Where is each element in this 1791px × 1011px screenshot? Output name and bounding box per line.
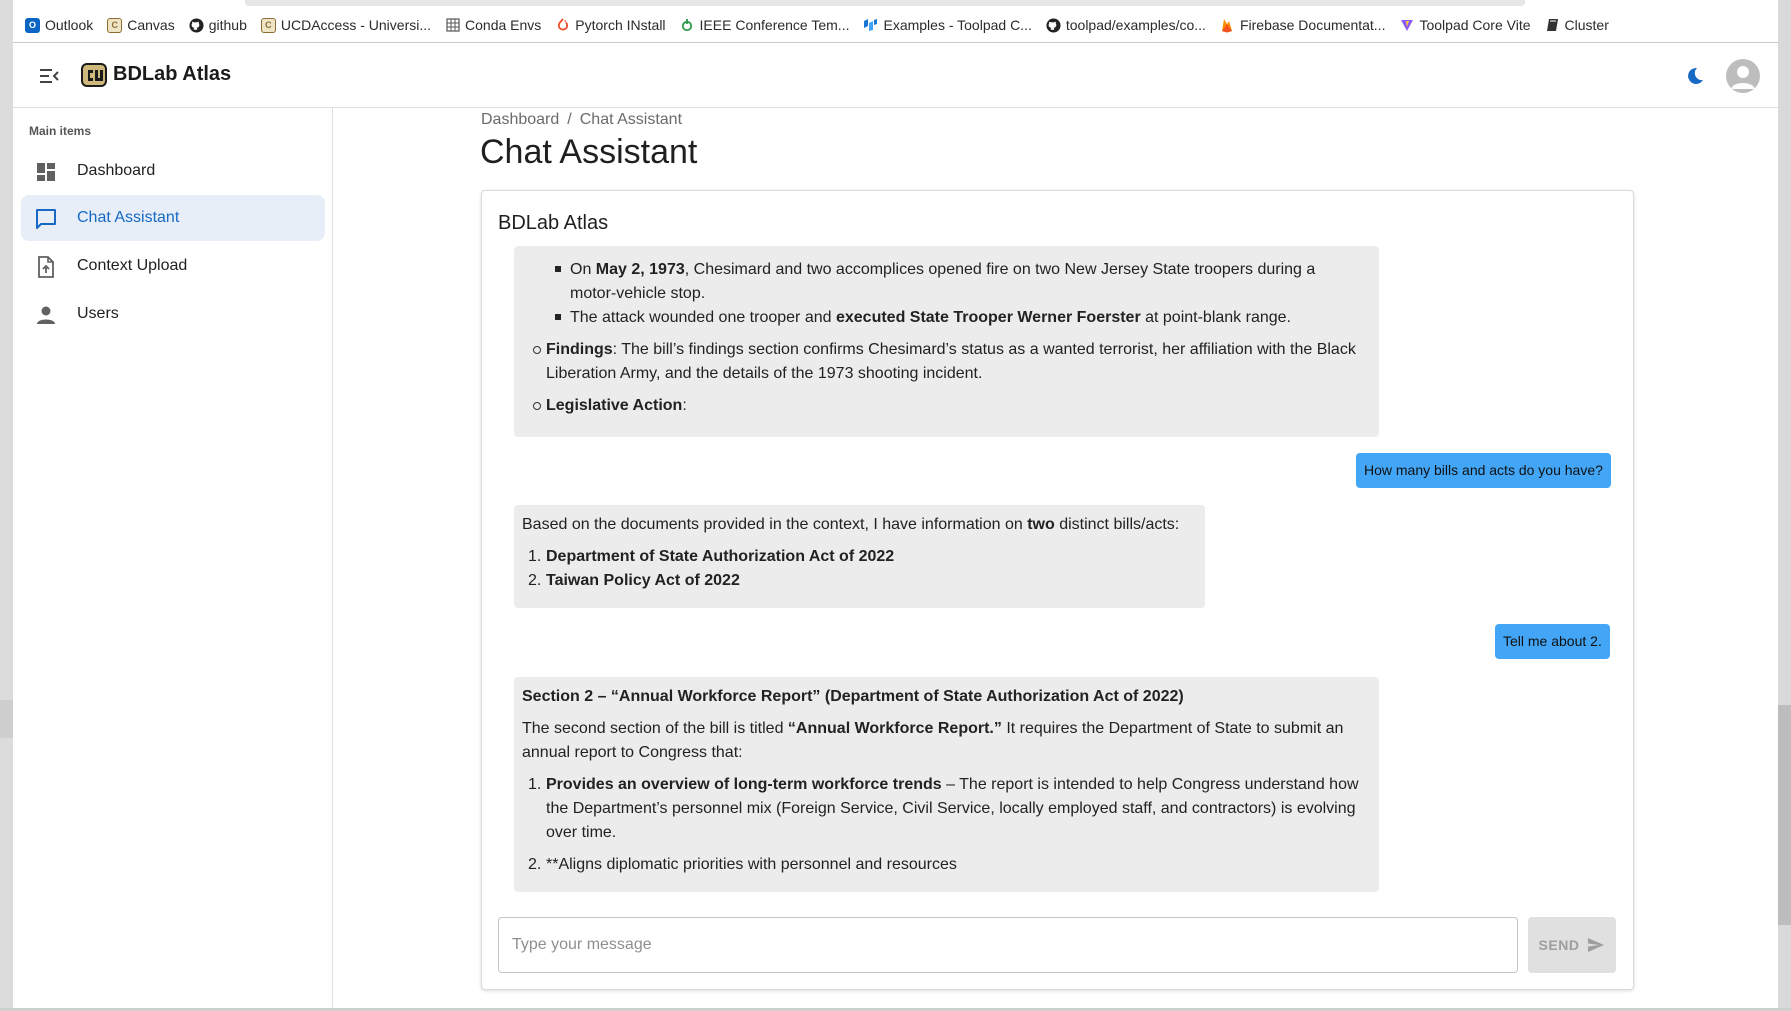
list-item: Department of State Authorization Act of… [546, 548, 895, 565]
cu-logo-icon: C [260, 17, 276, 33]
sidebar-item-label: Dashboard [77, 162, 156, 179]
breadcrumb-dashboard-link[interactable]: Dashboard [481, 111, 559, 129]
breadcrumb-separator: / [567, 111, 572, 128]
bookmark-toolpad-vite[interactable]: Toolpad Core Vite [1399, 17, 1531, 33]
bookmark-pytorch[interactable]: Pytorch INstall [555, 17, 666, 33]
outlook-icon: O [25, 17, 40, 33]
breadcrumb-current: Chat Assistant [579, 111, 683, 128]
sidebar-item-chat-assistant[interactable]: Chat Assistant [21, 195, 325, 241]
bullet-circle [533, 402, 541, 410]
bookmark-ucdaccess[interactable]: C UCDAccess - Universi... [260, 17, 431, 33]
bookmark-outlook[interactable]: O Outlook [25, 17, 93, 33]
list-item: **Aligns diplomatic priorities with pers… [546, 856, 957, 873]
chat-title: BDLab Atlas [498, 212, 609, 234]
sidebar-item-label: Users [77, 305, 119, 322]
upload-file-icon [35, 256, 57, 278]
vite-icon [1399, 18, 1414, 33]
menu-collapse-button[interactable] [35, 62, 63, 90]
sidebar: Main items Dashboard Chat Assistant Cont… [13, 108, 333, 1008]
message-line: annual report to Congress that: [522, 744, 743, 761]
message-line: the Department’s personnel mix (Foreign … [546, 800, 1356, 817]
sidebar-subheader: Main items [29, 124, 92, 138]
person-icon [1731, 66, 1755, 89]
github-icon [189, 17, 204, 33]
bookmark-ieee[interactable]: IEEE Conference Tem... [680, 17, 849, 33]
chat-icon [35, 208, 57, 230]
message-line: Based on the documents provided in the c… [522, 516, 1180, 533]
message-line: Liberation Army, and the details of the … [546, 365, 983, 382]
list-number: 1. [528, 776, 542, 793]
sidebar-item-users[interactable]: Users [21, 291, 325, 337]
menu-collapse-icon [40, 69, 59, 83]
message-line: Findings: The bill’s findings section co… [546, 341, 1356, 358]
sidebar-item-label: Chat Assistant [77, 209, 180, 226]
account-avatar[interactable] [1726, 59, 1760, 93]
breadcrumb: Dashboard / Chat Assistant [481, 111, 682, 129]
list-number: 2. [528, 572, 542, 589]
list-item: Taiwan Policy Act of 2022 [546, 572, 740, 589]
message-input[interactable] [499, 918, 1517, 972]
send-icon [1588, 938, 1605, 952]
list-number: 1. [528, 548, 542, 565]
message-line: The second section of the bill is titled… [522, 720, 1344, 737]
sidebar-item-context-upload[interactable]: Context Upload [21, 243, 325, 289]
app-header: BDLab Atlas [13, 43, 1778, 108]
background-window-edge-left [0, 0, 13, 1011]
dashboard-icon [35, 161, 57, 183]
person-icon [35, 304, 57, 326]
theme-toggle-button[interactable] [1681, 62, 1709, 90]
bullet-square [555, 266, 561, 272]
page-title: Chat Assistant [480, 133, 698, 171]
user-message: Tell me about 2. [1495, 624, 1610, 659]
sidebar-item-label: Context Upload [77, 257, 188, 274]
bookmark-toolpad-github[interactable]: toolpad/examples/co... [1046, 17, 1206, 33]
send-button[interactable]: SEND [1528, 917, 1616, 973]
message-line: The attack wounded one trooper and execu… [570, 309, 1291, 326]
bookmark-firebase[interactable]: Firebase Documentat... [1220, 17, 1385, 33]
sidebar-item-dashboard[interactable]: Dashboard [21, 148, 325, 194]
book-icon [1545, 18, 1560, 33]
background-window-edge-right [1778, 0, 1791, 1011]
cu-logo-icon [79, 60, 109, 90]
leaf-icon [680, 18, 695, 33]
browser-window: O Outlook C Canvas github C UCDAccess - … [13, 0, 1778, 1008]
bullet-circle [533, 346, 541, 354]
list-number: 2. [528, 856, 542, 873]
toolpad-icon [863, 18, 878, 33]
assistant-message: Section 2 – “Annual Workforce Report” (D… [514, 677, 1379, 892]
message-line: motor-vehicle stop. [570, 285, 706, 302]
bookmarks-bar: O Outlook C Canvas github C UCDAccess - … [13, 0, 1778, 43]
assistant-message: Based on the documents provided in the c… [514, 505, 1205, 608]
bookmark-github[interactable]: github [189, 17, 247, 33]
message-input-wrapper [498, 917, 1518, 973]
user-message: How many bills and acts do you have? [1356, 453, 1611, 488]
firebase-icon [1220, 18, 1235, 33]
cu-logo-icon: C [107, 17, 123, 33]
pytorch-icon [555, 18, 570, 33]
moon-icon [1688, 67, 1703, 84]
send-label: SEND [1538, 937, 1580, 953]
github-icon [1046, 17, 1061, 33]
tab-strip-edge [245, 0, 1525, 6]
app-title[interactable]: BDLab Atlas [113, 63, 231, 86]
bookmark-cluster[interactable]: Cluster [1545, 17, 1609, 33]
message-line: On May 2, 1973, Chesimard and two accomp… [570, 261, 1316, 278]
message-line: Legislative Action: [546, 397, 687, 414]
bookmark-toolpad-examples[interactable]: Examples - Toolpad C... [863, 17, 1032, 33]
message-line: over time. [546, 824, 617, 841]
bookmark-canvas[interactable]: C Canvas [107, 17, 175, 33]
list-item: Provides an overview of long-term workfo… [546, 776, 1359, 793]
chat-panel: BDLab Atlas On May 2, 1973, Chesimard an… [481, 190, 1634, 990]
bookmark-conda-envs[interactable]: Conda Envs [445, 17, 541, 33]
bullet-square [555, 314, 561, 320]
message-heading: Section 2 – “Annual Workforce Report” (D… [522, 688, 1184, 705]
assistant-message: On May 2, 1973, Chesimard and two accomp… [514, 246, 1379, 437]
table-icon [445, 18, 460, 33]
